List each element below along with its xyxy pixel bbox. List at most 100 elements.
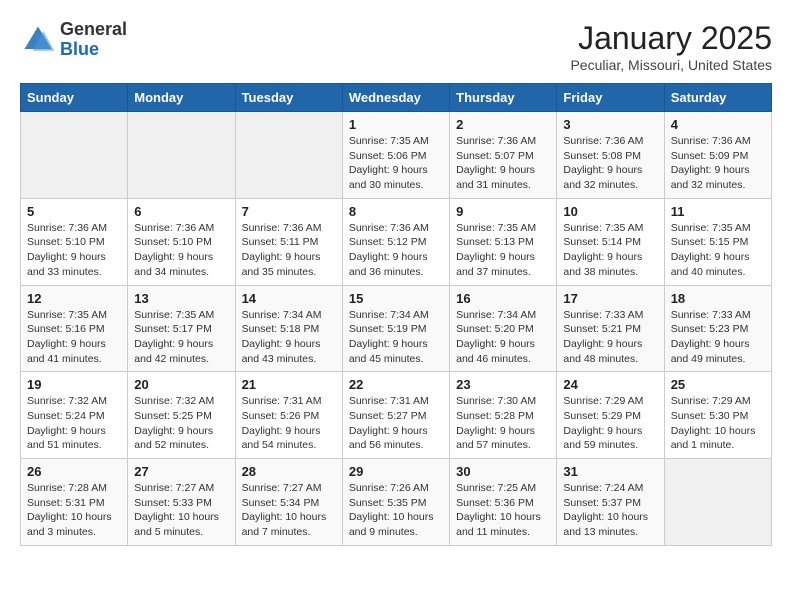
day-info: Sunrise: 7:35 AM Sunset: 5:17 PM Dayligh… [134,308,228,367]
calendar-cell: 21 Sunrise: 7:31 AM Sunset: 5:26 PM Dayli… [235,372,342,459]
day-info: Sunrise: 7:36 AM Sunset: 5:10 PM Dayligh… [27,221,121,280]
day-info: Sunrise: 7:35 AM Sunset: 5:15 PM Dayligh… [671,221,765,280]
day-number: 20 [134,377,228,392]
calendar-cell: 5Sunrise: 7:36 AM Sunset: 5:10 PM Daylig… [21,198,128,285]
day-number: 21 [242,377,336,392]
page-header: General Blue January 2025 Peculiar, Miss… [20,20,772,73]
day-info: Sunrise: 7:27 AM Sunset: 5:34 PM Dayligh… [242,481,336,540]
calendar-cell: 19 Sunrise: 7:32 AM Sunset: 5:24 PM Dayli… [21,372,128,459]
calendar-week-row: 26 Sunrise: 7:28 AM Sunset: 5:31 PM Dayli… [21,459,772,546]
column-header-saturday: Saturday [664,84,771,112]
day-info: Sunrise: 7:25 AM Sunset: 5:36 PM Dayligh… [456,481,550,540]
day-number: 27 [134,464,228,479]
title-block: January 2025 Peculiar, Missouri, United … [570,20,772,73]
calendar-cell: 30 Sunrise: 7:25 AM Sunset: 5:36 PM Dayli… [450,459,557,546]
calendar-cell: 1 Sunrise: 7:35 AM Sunset: 5:06 PM Daylig… [342,112,449,199]
day-info: Sunrise: 7:32 AM Sunset: 5:25 PM Dayligh… [134,394,228,453]
day-info: Sunrise: 7:34 AM Sunset: 5:19 PM Dayligh… [349,308,443,367]
day-info: Sunrise: 7:31 AM Sunset: 5:27 PM Dayligh… [349,394,443,453]
column-header-friday: Friday [557,84,664,112]
day-info: Sunrise: 7:34 AM Sunset: 5:20 PM Dayligh… [456,308,550,367]
column-header-thursday: Thursday [450,84,557,112]
calendar-cell: 6Sunrise: 7:36 AM Sunset: 5:10 PM Daylig… [128,198,235,285]
day-info: Sunrise: 7:30 AM Sunset: 5:28 PM Dayligh… [456,394,550,453]
calendar-cell: 20 Sunrise: 7:32 AM Sunset: 5:25 PM Dayli… [128,372,235,459]
day-number: 11 [671,204,765,219]
day-number: 25 [671,377,765,392]
calendar-cell: 12Sunrise: 7:35 AM Sunset: 5:16 PM Dayli… [21,285,128,372]
column-header-wednesday: Wednesday [342,84,449,112]
day-info: Sunrise: 7:34 AM Sunset: 5:18 PM Dayligh… [242,308,336,367]
calendar-week-row: 19 Sunrise: 7:32 AM Sunset: 5:24 PM Dayli… [21,372,772,459]
calendar-cell: 15Sunrise: 7:34 AM Sunset: 5:19 PM Dayli… [342,285,449,372]
day-info: Sunrise: 7:26 AM Sunset: 5:35 PM Dayligh… [349,481,443,540]
calendar-cell: 7 Sunrise: 7:36 AM Sunset: 5:11 PM Daylig… [235,198,342,285]
day-info: Sunrise: 7:36 AM Sunset: 5:10 PM Dayligh… [134,221,228,280]
day-number: 26 [27,464,121,479]
day-info: Sunrise: 7:32 AM Sunset: 5:24 PM Dayligh… [27,394,121,453]
day-info: Sunrise: 7:28 AM Sunset: 5:31 PM Dayligh… [27,481,121,540]
calendar-cell [128,112,235,199]
day-number: 28 [242,464,336,479]
day-info: Sunrise: 7:35 AM Sunset: 5:13 PM Dayligh… [456,221,550,280]
calendar-cell: 8Sunrise: 7:36 AM Sunset: 5:12 PM Daylig… [342,198,449,285]
column-header-monday: Monday [128,84,235,112]
day-info: Sunrise: 7:33 AM Sunset: 5:23 PM Dayligh… [671,308,765,367]
day-info: Sunrise: 7:35 AM Sunset: 5:14 PM Dayligh… [563,221,657,280]
calendar-cell [21,112,128,199]
calendar-table: SundayMondayTuesdayWednesdayThursdayFrid… [20,83,772,546]
calendar-cell: 27 Sunrise: 7:27 AM Sunset: 5:33 PM Dayli… [128,459,235,546]
calendar-cell: 10Sunrise: 7:35 AM Sunset: 5:14 PM Dayli… [557,198,664,285]
calendar-cell: 26 Sunrise: 7:28 AM Sunset: 5:31 PM Dayli… [21,459,128,546]
day-number: 23 [456,377,550,392]
day-number: 29 [349,464,443,479]
day-number: 9 [456,204,550,219]
calendar-cell: 31 Sunrise: 7:24 AM Sunset: 5:37 PM Dayli… [557,459,664,546]
logo-icon [20,22,56,58]
day-number: 13 [134,291,228,306]
calendar-cell: 25 Sunrise: 7:29 AM Sunset: 5:30 PM Dayli… [664,372,771,459]
calendar-cell: 3Sunrise: 7:36 AM Sunset: 5:08 PM Daylig… [557,112,664,199]
calendar-cell: 22 Sunrise: 7:31 AM Sunset: 5:27 PM Dayli… [342,372,449,459]
day-number: 22 [349,377,443,392]
day-info: Sunrise: 7:36 AM Sunset: 5:12 PM Dayligh… [349,221,443,280]
location-subtitle: Peculiar, Missouri, United States [570,57,772,73]
day-info: Sunrise: 7:31 AM Sunset: 5:26 PM Dayligh… [242,394,336,453]
day-info: Sunrise: 7:36 AM Sunset: 5:11 PM Dayligh… [242,221,336,280]
day-info: Sunrise: 7:35 AM Sunset: 5:06 PM Dayligh… [349,134,443,193]
day-number: 7 [242,204,336,219]
day-info: Sunrise: 7:33 AM Sunset: 5:21 PM Dayligh… [563,308,657,367]
day-number: 17 [563,291,657,306]
day-info: Sunrise: 7:36 AM Sunset: 5:09 PM Dayligh… [671,134,765,193]
calendar-cell: 9 Sunrise: 7:35 AM Sunset: 5:13 PM Daylig… [450,198,557,285]
calendar-cell: 28 Sunrise: 7:27 AM Sunset: 5:34 PM Dayli… [235,459,342,546]
calendar-week-row: 1 Sunrise: 7:35 AM Sunset: 5:06 PM Daylig… [21,112,772,199]
day-number: 30 [456,464,550,479]
calendar-cell: 29 Sunrise: 7:26 AM Sunset: 5:35 PM Dayli… [342,459,449,546]
column-header-tuesday: Tuesday [235,84,342,112]
calendar-cell: 18 Sunrise: 7:33 AM Sunset: 5:23 PM Dayli… [664,285,771,372]
calendar-cell: 2 Sunrise: 7:36 AM Sunset: 5:07 PM Daylig… [450,112,557,199]
day-number: 12 [27,291,121,306]
day-info: Sunrise: 7:27 AM Sunset: 5:33 PM Dayligh… [134,481,228,540]
calendar-cell [664,459,771,546]
day-number: 24 [563,377,657,392]
calendar-cell: 17 Sunrise: 7:33 AM Sunset: 5:21 PM Dayli… [557,285,664,372]
day-number: 31 [563,464,657,479]
day-info: Sunrise: 7:24 AM Sunset: 5:37 PM Dayligh… [563,481,657,540]
day-number: 19 [27,377,121,392]
calendar-week-row: 5Sunrise: 7:36 AM Sunset: 5:10 PM Daylig… [21,198,772,285]
calendar-header-row: SundayMondayTuesdayWednesdayThursdayFrid… [21,84,772,112]
day-number: 18 [671,291,765,306]
day-info: Sunrise: 7:36 AM Sunset: 5:07 PM Dayligh… [456,134,550,193]
calendar-cell: 11 Sunrise: 7:35 AM Sunset: 5:15 PM Dayli… [664,198,771,285]
day-number: 2 [456,117,550,132]
day-info: Sunrise: 7:29 AM Sunset: 5:29 PM Dayligh… [563,394,657,453]
calendar-cell: 16 Sunrise: 7:34 AM Sunset: 5:20 PM Dayli… [450,285,557,372]
day-number: 16 [456,291,550,306]
day-number: 1 [349,117,443,132]
calendar-cell [235,112,342,199]
day-info: Sunrise: 7:29 AM Sunset: 5:30 PM Dayligh… [671,394,765,453]
day-info: Sunrise: 7:36 AM Sunset: 5:08 PM Dayligh… [563,134,657,193]
calendar-cell: 4Sunrise: 7:36 AM Sunset: 5:09 PM Daylig… [664,112,771,199]
